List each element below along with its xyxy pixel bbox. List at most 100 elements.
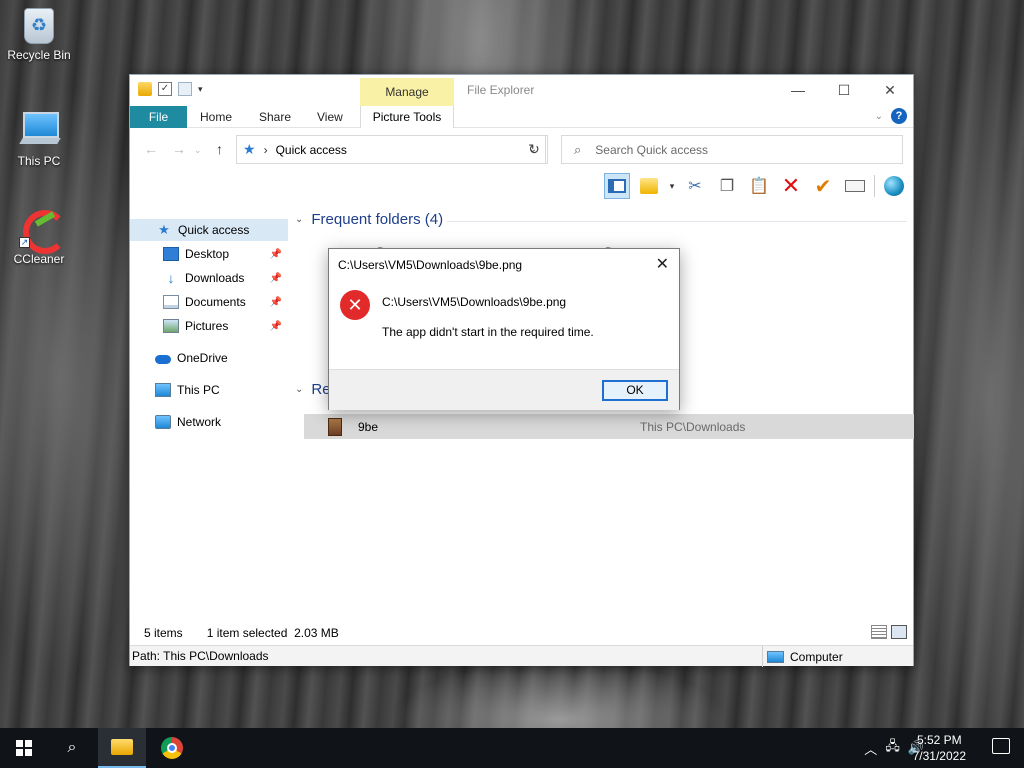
selected-count: 1 item selected (206, 626, 288, 640)
nav-item-onedrive[interactable]: OneDrive (130, 347, 288, 369)
zone-indicator: Computer (762, 646, 843, 667)
rename-button[interactable] (842, 173, 868, 199)
recent-locations-chevron-icon[interactable]: ⌄ (194, 145, 202, 156)
notification-icon[interactable] (992, 738, 1010, 754)
breadcrumb-separator[interactable]: › (264, 143, 268, 157)
tab-home[interactable]: Home (200, 106, 232, 128)
breadcrumb-quick-access[interactable]: Quick access (276, 143, 513, 157)
cut-icon[interactable]: ✂ (682, 173, 708, 199)
taskbar: ⌕ ︿ 🖧 🔊 5:52 PM 7/31/2022 (0, 728, 1024, 768)
status-bar: 5 items 1 item selected 2.03 MB (130, 623, 913, 643)
error-dialog: C:\Users\VM5\Downloads\9be.png ✕ ✕ C:\Us… (328, 248, 680, 410)
rename-icon (845, 180, 865, 192)
copy-icon[interactable]: ❐ (714, 173, 740, 199)
help-icon[interactable]: ? (891, 108, 907, 124)
refresh-icon[interactable]: ↻ (521, 135, 548, 164)
navigation-pane: ★ Quick access Desktop 📌 ↓ Downloads 📌 D… (130, 217, 290, 637)
nav-item-desktop[interactable]: Desktop 📌 (130, 243, 288, 265)
forward-arrow-icon[interactable]: → (172, 141, 186, 157)
computer-icon (19, 110, 59, 150)
title-bar[interactable]: ✓ ▾ Manage File Explorer — ☐ ✕ (130, 75, 913, 106)
nav-item-downloads[interactable]: ↓ Downloads 📌 (130, 267, 288, 289)
frequent-folders-header[interactable]: ⌄ Frequent folders (4) (295, 211, 443, 228)
nav-item-this-pc[interactable]: This PC (130, 379, 288, 401)
network-status-icon[interactable]: 🖧 (885, 737, 900, 759)
search-input[interactable]: Search Quick access (595, 143, 708, 157)
tab-file[interactable]: File (130, 106, 187, 128)
section-divider (447, 221, 907, 222)
desktop-icon-ccleaner[interactable]: ↗ CCleaner (6, 208, 72, 266)
search-icon[interactable]: ⌕ (48, 728, 96, 768)
folder-icon[interactable] (138, 82, 152, 96)
start-button[interactable] (0, 728, 48, 768)
preview-pane-button[interactable] (604, 173, 630, 199)
up-arrow-icon[interactable]: ↑ (216, 141, 223, 157)
clock-date: 7/31/2022 (912, 749, 966, 763)
clock-time: 5:52 PM (916, 733, 962, 747)
taskbar-chrome[interactable] (148, 728, 196, 768)
back-arrow-icon[interactable]: ← (144, 141, 158, 157)
collapse-chevron-icon[interactable]: ⌄ (295, 384, 303, 395)
pictures-icon (163, 319, 179, 333)
tab-view[interactable]: View (317, 106, 343, 128)
address-bar[interactable]: ★ › Quick access ⌄ (236, 135, 546, 164)
new-folder-button[interactable] (636, 173, 662, 199)
nav-item-label: This PC (177, 383, 220, 397)
paste-icon[interactable]: 📋 (746, 173, 772, 199)
recent-files-header[interactable]: ⌄ Re (295, 381, 331, 398)
nav-item-network[interactable]: Network (130, 411, 288, 433)
nav-item-label: Quick access (178, 223, 250, 237)
clock[interactable]: 5:52 PM 7/31/2022 (913, 732, 966, 764)
pin-icon[interactable]: 📌 (270, 321, 282, 332)
dialog-message: The app didn't start in the required tim… (382, 325, 594, 339)
selection-info: 1 item selected 2.03 MB (207, 626, 339, 640)
folder-icon (111, 739, 133, 755)
recent-file-row[interactable]: 9be This PC\Downloads (304, 414, 914, 439)
pin-icon[interactable]: 📌 (270, 249, 282, 260)
computer-icon (155, 383, 171, 397)
checkmark-icon[interactable]: ✔ (810, 173, 836, 199)
details-view-icon[interactable] (871, 625, 887, 639)
tab-picture-tools[interactable]: Picture Tools (360, 106, 454, 128)
ok-button[interactable]: OK (602, 380, 668, 401)
new-folder-icon[interactable] (178, 82, 192, 96)
nav-item-label: Pictures (185, 319, 229, 333)
tab-share[interactable]: Share (259, 106, 291, 128)
desktop-icon-label: Recycle Bin (7, 48, 71, 62)
nav-item-documents[interactable]: Documents 📌 (130, 291, 288, 313)
custom-toolbar: ▾ ✂ ❐ 📋 ✕ ✔ (604, 172, 907, 200)
globe-button[interactable] (881, 173, 907, 199)
path-bar: Path: This PC\Downloads Computer (130, 645, 913, 667)
new-item-chevron-icon[interactable]: ▾ (668, 173, 676, 199)
recycle-bin-icon (24, 8, 54, 44)
expand-ribbon-chevron-icon[interactable]: ⌄ (875, 111, 883, 122)
dialog-close-icon[interactable]: ✕ (656, 254, 669, 274)
collapse-chevron-icon[interactable]: ⌄ (295, 214, 303, 225)
delete-icon[interactable]: ✕ (778, 173, 804, 199)
show-hidden-icons-chevron-icon[interactable]: ︿ (864, 739, 877, 758)
close-button[interactable]: ✕ (867, 75, 913, 105)
quick-access-toolbar: ✓ ▾ (138, 82, 203, 96)
nav-item-pictures[interactable]: Pictures 📌 (130, 315, 288, 337)
preview-pane-icon (608, 179, 626, 193)
chrome-icon (161, 737, 183, 759)
quick-access-star-icon: ★ (243, 141, 256, 157)
customize-toolbar-chevron-icon[interactable]: ▾ (198, 84, 203, 95)
large-icons-view-icon[interactable] (891, 625, 907, 639)
desktop-icon-recycle-bin[interactable]: Recycle Bin (6, 8, 72, 62)
desktop-icon-this-pc[interactable]: This PC (6, 110, 72, 168)
dialog-title: C:\Users\VM5\Downloads\9be.png (338, 258, 523, 272)
nav-item-quick-access[interactable]: ★ Quick access (130, 219, 288, 241)
dialog-footer: OK (329, 369, 679, 410)
pin-icon[interactable]: 📌 (270, 297, 282, 308)
taskbar-file-explorer[interactable] (98, 728, 146, 768)
pin-icon[interactable]: 📌 (270, 273, 282, 284)
properties-icon[interactable]: ✓ (158, 82, 172, 96)
search-icon: ⌕ (574, 141, 582, 157)
nav-item-label: Network (177, 415, 222, 429)
minimize-button[interactable]: — (775, 75, 821, 105)
nav-item-label: Desktop (185, 247, 230, 261)
computer-icon (767, 650, 784, 663)
search-box[interactable]: ⌕ Search Quick access (561, 135, 903, 164)
maximize-button[interactable]: ☐ (821, 75, 867, 105)
